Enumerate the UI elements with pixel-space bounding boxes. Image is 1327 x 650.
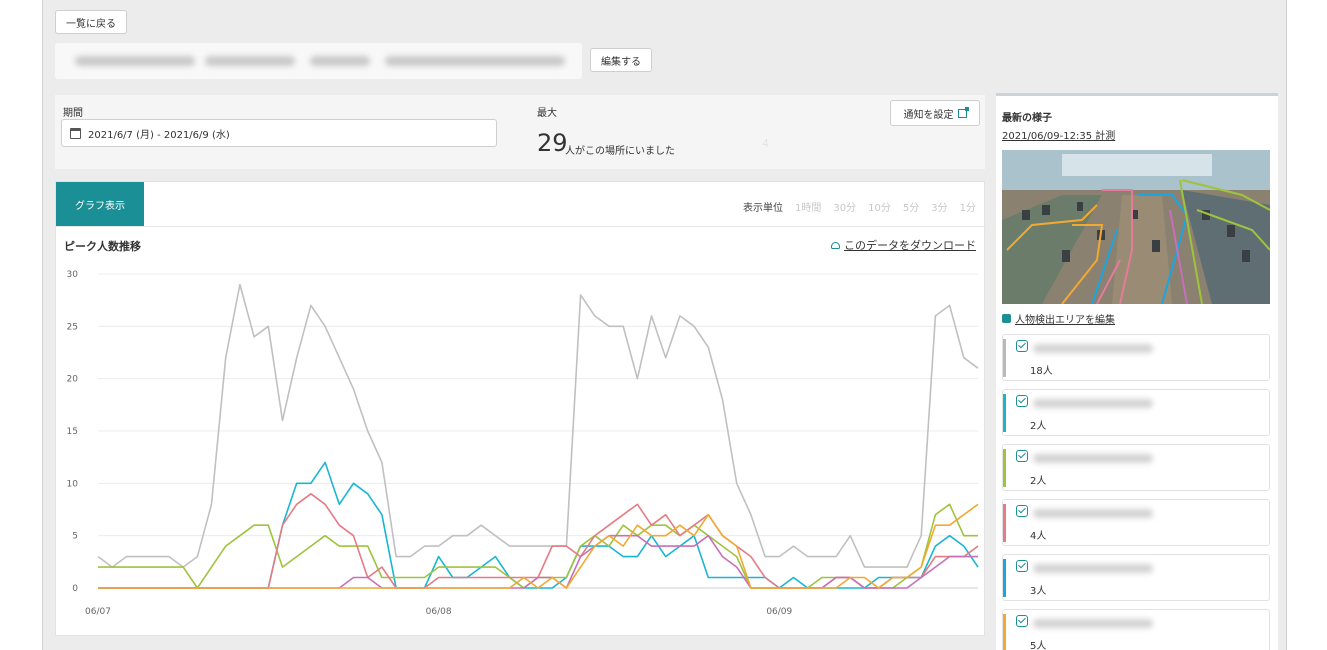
- y-tick-label: 25: [67, 322, 78, 332]
- notify-label: 通知を設定: [903, 109, 954, 121]
- x-tick-label: 06/07: [85, 607, 111, 617]
- area-color-bar: [1003, 559, 1006, 597]
- max-people-value: 29: [537, 129, 568, 157]
- tab-graph-view[interactable]: グラフ表示: [56, 182, 144, 226]
- period-label: 期間: [63, 108, 83, 119]
- area-name-redacted: [1033, 344, 1153, 353]
- checkbox-icon[interactable]: [1016, 340, 1028, 352]
- checkbox-icon[interactable]: [1016, 560, 1028, 572]
- latest-timestamp-link[interactable]: 2021/06/09-12:35 計測: [1002, 127, 1115, 142]
- edit-area-label: 人物検出エリアを編集: [1015, 315, 1115, 326]
- area-name-redacted: [1033, 619, 1153, 628]
- download-label: このデータをダウンロード: [844, 239, 976, 252]
- area-name-redacted: [1033, 399, 1153, 408]
- area-count: 4人: [1030, 531, 1047, 542]
- location-name-redacted: [55, 43, 582, 79]
- series-line-1: [98, 461, 979, 589]
- office-camera-image: [1002, 150, 1270, 304]
- area-color-bar: [1003, 339, 1006, 377]
- faint-number: 4: [762, 137, 769, 150]
- chart-panel: 0 5 10 15 20 25 30 06/07 06/08 06/09 グラフ表示 表示単位 1…: [55, 181, 986, 636]
- back-to-list-button[interactable]: 一覧に戻る: [55, 10, 127, 34]
- area-color-bar: [1003, 614, 1006, 650]
- area-card[interactable]: 2人: [1002, 444, 1270, 491]
- checkbox-icon[interactable]: [1016, 615, 1028, 627]
- checkbox-icon[interactable]: [1016, 450, 1028, 462]
- area-count: 5人: [1030, 641, 1047, 650]
- unit-option-1h[interactable]: 1時間: [795, 199, 821, 214]
- area-name-redacted: [1033, 509, 1153, 518]
- area-name-redacted: [1033, 564, 1153, 573]
- x-tick-label: 06/09: [766, 607, 792, 617]
- latest-title: 最新の様子: [1002, 113, 1052, 124]
- area-card[interactable]: 18人: [1002, 334, 1270, 381]
- y-tick-label: 15: [67, 427, 78, 437]
- cloud-download-icon: [831, 241, 840, 249]
- period-panel: 期間 2021/6/7 (月) - 2021/6/9 (水) 最大 29 人がこ…: [55, 95, 985, 169]
- edit-button[interactable]: 編集する: [590, 48, 652, 72]
- y-tick-label: 0: [72, 584, 78, 594]
- area-color-bar: [1003, 504, 1006, 542]
- area-name-redacted: [1033, 454, 1153, 463]
- area-card[interactable]: 4人: [1002, 499, 1270, 546]
- external-link-icon: [957, 106, 969, 118]
- y-tick-label: 30: [67, 270, 79, 280]
- checkbox-icon[interactable]: [1016, 505, 1028, 517]
- display-unit-selector: 表示単位 1時間 30分 10分 5分 3分 1分: [743, 199, 976, 214]
- y-tick-label: 10: [67, 479, 79, 489]
- unit-option-10m[interactable]: 10分: [868, 199, 891, 214]
- max-people-suffix: 人がこの場所にいました: [565, 146, 675, 157]
- y-tick-label: 5: [72, 532, 78, 542]
- area-count: 2人: [1030, 421, 1047, 432]
- period-value: 2021/6/7 (月) - 2021/6/9 (水): [88, 129, 230, 141]
- camera-icon: [1002, 314, 1011, 323]
- edit-button-label: 編集する: [601, 56, 641, 68]
- area-color-bar: [1003, 394, 1006, 432]
- area-count: 2人: [1030, 476, 1047, 487]
- unit-option-30m[interactable]: 30分: [833, 199, 856, 214]
- area-count: 3人: [1030, 586, 1047, 597]
- unit-option-3m[interactable]: 3分: [931, 199, 947, 214]
- chart-title: ピーク人数推移: [64, 240, 141, 253]
- area-count: 18人: [1030, 366, 1053, 377]
- camera-snapshot[interactable]: [1002, 150, 1270, 304]
- back-button-label: 一覧に戻る: [66, 18, 116, 30]
- app-frame: 一覧に戻る 編集する 期間 2021/6/7 (月) - 2021/6/9 (水…: [42, 0, 1287, 650]
- max-label: 最大: [537, 108, 557, 119]
- y-tick-label: 20: [67, 375, 79, 385]
- area-color-bar: [1003, 449, 1006, 487]
- latest-status-panel: 最新の様子 2021/06/09-12:35 計測 人物検出エリアを編集 18人…: [996, 93, 1278, 650]
- x-tick-label: 06/08: [426, 607, 452, 617]
- set-notification-button[interactable]: 通知を設定: [890, 100, 980, 126]
- area-card[interactable]: 2人: [1002, 389, 1270, 436]
- download-data-link[interactable]: このデータをダウンロード: [831, 237, 976, 253]
- display-unit-label: 表示単位: [743, 203, 784, 214]
- calendar-icon: [70, 127, 81, 139]
- edit-detection-area-link[interactable]: 人物検出エリアを編集: [1002, 311, 1115, 326]
- checkbox-icon[interactable]: [1016, 395, 1028, 407]
- unit-option-5m[interactable]: 5分: [903, 199, 919, 214]
- unit-option-1m[interactable]: 1分: [960, 199, 976, 214]
- tab-graph-label: グラフ表示: [75, 200, 125, 212]
- period-date-range-field[interactable]: 2021/6/7 (月) - 2021/6/9 (水): [61, 119, 497, 147]
- area-card[interactable]: 5人: [1002, 609, 1270, 650]
- tab-divider: [56, 226, 986, 227]
- series-line-0: [97, 283, 979, 568]
- area-card[interactable]: 3人: [1002, 554, 1270, 601]
